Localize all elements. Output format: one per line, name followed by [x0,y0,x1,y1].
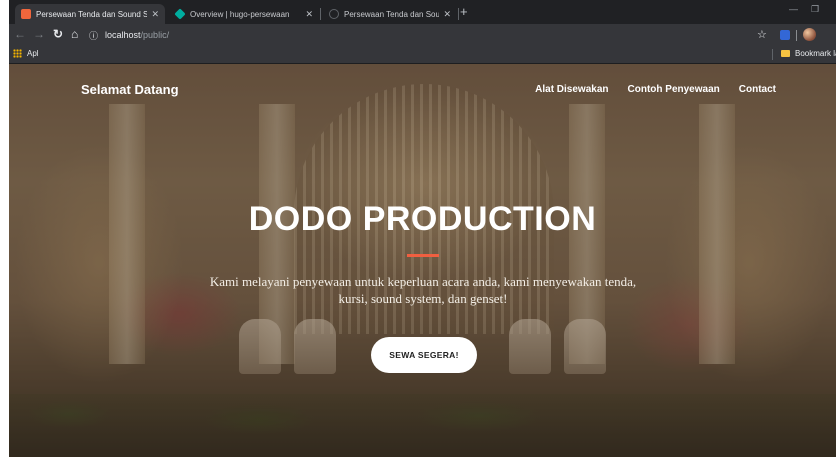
hero-divider [407,254,439,257]
hero-title: DODO PRODUCTION [248,200,597,238]
restore-icon[interactable]: ❐ [811,4,819,15]
close-icon[interactable]: ✕ [305,9,313,20]
apps-shortcut[interactable]: Apl [13,49,39,58]
tab-title: Persewaan Tenda dan Sound Sys [344,9,440,19]
close-icon[interactable]: ✕ [151,9,159,20]
hero-section: Selamat Datang Alat Disewakan Contoh Pen… [9,64,836,457]
bookmarks-bar: Apl Bookmark la [9,46,836,64]
tab-separator [458,8,459,20]
site-favicon-icon [21,9,31,19]
close-icon[interactable]: ✕ [443,9,451,20]
bookmark-folder[interactable]: Bookmark la [781,49,836,58]
nav-link-contact[interactable]: Contact [739,84,776,95]
sewa-segera-button[interactable]: SEWA SEGERA! [371,337,477,373]
back-icon[interactable]: ← [14,27,26,41]
navbar-brand[interactable]: Selamat Datang [81,82,179,97]
profile-avatar[interactable] [803,28,816,41]
tab-overview[interactable]: Overview | hugo-persewaan ✕ [169,4,319,24]
loading-icon [329,9,339,19]
bookmark-separator [772,49,773,60]
toolbar-separator [796,30,797,41]
browser-window: Persewaan Tenda dan Sound Sys ✕ Overview… [9,0,836,457]
extension-icon[interactable] [780,30,790,40]
apps-grid-icon [13,49,22,58]
tab-strip: Persewaan Tenda dan Sound Sys ✕ Overview… [9,0,836,24]
nav-link-contoh-penyewaan[interactable]: Contoh Penyewaan [628,84,720,95]
hero-subtitle: Kami melayani penyewaan untuk keperluan … [209,274,637,306]
navbar-links: Alat Disewakan Contoh Penyewaan Contact [535,84,776,95]
url-path: /public/ [140,30,170,40]
reload-icon[interactable]: ↻ [53,27,63,41]
info-icon[interactable]: ⓘ [89,29,98,42]
address-bar[interactable]: ⓘ localhost/public/ [89,27,779,43]
star-icon[interactable]: ☆ [757,28,767,41]
nav-link-alat-disewakan[interactable]: Alat Disewakan [535,84,608,95]
apps-label: Apl [27,49,39,58]
home-icon[interactable]: ⌂ [71,27,78,41]
tab-separator [320,8,321,20]
browser-toolbar: ← → ↻ ⌂ ⓘ localhost/public/ ☆ [9,24,836,46]
forward-icon[interactable]: → [33,27,45,41]
tab-persewaan-active[interactable]: Persewaan Tenda dan Sound Sys ✕ [15,4,165,24]
tab-persewaan-2[interactable]: Persewaan Tenda dan Sound Sys ✕ [323,4,457,24]
hero-overlay [9,64,836,457]
bookmark-folder-label: Bookmark la [795,49,836,58]
diamond-icon [174,8,186,20]
plus-icon[interactable]: + [460,4,468,19]
tab-title: Persewaan Tenda dan Sound Sys [36,9,148,19]
url-host: localhost [105,30,141,40]
minimize-icon[interactable]: — [789,4,798,14]
folder-icon [781,50,790,57]
url-text: localhost/public/ [105,30,169,40]
tab-title: Overview | hugo-persewaan [190,9,290,19]
